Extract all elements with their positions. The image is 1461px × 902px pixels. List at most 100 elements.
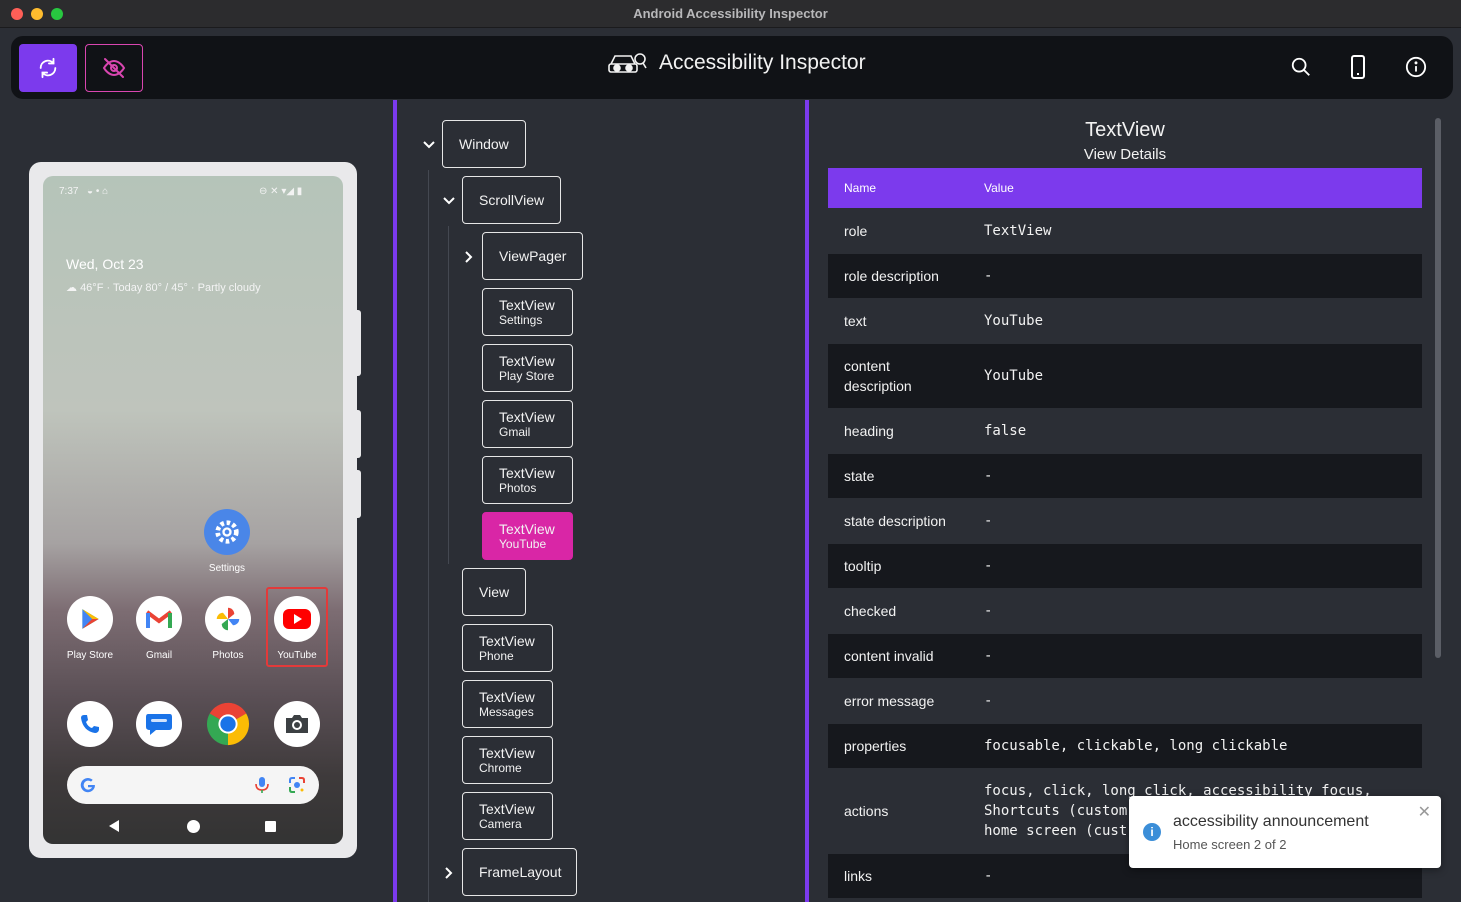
dock-messages[interactable] [128,701,190,747]
photos-icon [205,596,251,642]
tree-node-view[interactable]: View [462,568,526,616]
info-icon: i [1143,823,1161,841]
info-button[interactable] [1403,54,1429,80]
row-value: YouTube [984,368,1044,384]
row-name: role description [844,268,939,284]
back-icon[interactable] [108,820,120,832]
pane-divider[interactable] [805,100,809,902]
tree-node-textview[interactable]: TextView Messages [462,680,553,728]
search-icon [1291,57,1310,76]
row-name: error message [844,693,935,709]
app-settings[interactable]: Settings [196,509,258,574]
table-row: error message - [828,678,1422,724]
refresh-button[interactable] [19,44,77,92]
tree-node-textview[interactable]: TextView Camera [462,792,553,840]
toggle-visibility-button[interactable] [85,44,143,92]
tree-node-textview[interactable]: TextView Phone [462,624,553,672]
chevron-down-icon[interactable] [422,138,436,152]
row-name: heading [844,423,894,439]
tree-node-label: Messages [479,705,534,719]
announcement-toast: i accessibility announcement Home screen… [1129,796,1441,868]
dock-camera[interactable] [266,701,328,747]
app-photos[interactable]: Photos [197,596,259,661]
tree-node-label: Camera [479,817,522,831]
app-label: Gmail [145,650,173,661]
tree-node-textview[interactable]: TextView Settings [482,288,573,336]
app-gmail[interactable]: Gmail [128,596,190,661]
row-value: - [984,268,993,284]
row-value: - [984,468,993,484]
row-value: YouTube [984,313,1044,329]
device-side-button [357,470,361,518]
row-value: - [984,513,993,529]
google-search-bar[interactable] [67,766,319,804]
table-row: role TextView [828,208,1422,254]
tree-node-viewpager[interactable]: ViewPager [482,232,583,280]
tree-node-label: FrameLayout [479,864,562,880]
app-play-store[interactable]: Play Store [59,596,121,661]
row-value: false [984,423,1027,439]
pane-divider[interactable] [393,100,397,902]
dock-chrome[interactable] [197,701,259,747]
tree-node-textview[interactable]: TextView Photos [482,456,573,504]
tree-node-label: Phone [479,649,514,663]
details-scrollbar[interactable] [1435,118,1441,658]
row-name: properties [844,738,907,754]
android-nav-bar [43,816,343,836]
tree-node-label: View [479,584,510,600]
tree-node-label: Chrome [479,761,522,775]
tree-node-textview[interactable]: TextView Play Store [482,344,573,392]
home-weather: ☁ 46°F · Today 80° / 45° · Partly cloudy [66,281,261,294]
device-side-button [357,310,361,376]
row-value: - [984,648,993,664]
app-window: Android Accessibility Inspector Accessib… [0,0,1461,902]
chrome-icon [205,701,251,747]
tree-node-framelayout[interactable]: FrameLayout [462,848,577,896]
app-title-text: Accessibility Inspector [659,51,866,74]
microphone-icon[interactable] [255,776,269,794]
chevron-right-icon[interactable] [442,866,456,880]
tree-node-type: TextView [499,521,555,537]
recents-icon[interactable] [265,821,276,832]
close-icon[interactable]: ✕ [1418,802,1431,822]
home-icon[interactable] [187,820,200,833]
inspector-logo-icon [608,53,647,73]
tree-node-label: ScrollView [479,192,545,208]
details-table-header: Name Value [828,168,1422,208]
device-button[interactable] [1345,54,1371,80]
chevron-right-icon[interactable] [462,250,476,264]
tree-node-textview[interactable]: TextView Chrome [462,736,553,784]
table-row: content invalid - [828,634,1422,678]
app-label: Play Store [66,650,114,661]
toolbar: Accessibility Inspector [11,36,1453,99]
search-button[interactable] [1288,54,1314,80]
status-icons-right: ⊖ ✕ ▾◢ ▮ [259,186,303,197]
tree-node-type: TextView [499,353,555,369]
row-name: actions [844,803,889,819]
lens-icon[interactable] [287,775,307,795]
tree-node-type: TextView [499,297,555,313]
column-header-value: Value [984,181,1014,195]
row-value: - [984,868,993,884]
tree-node-label: Window [459,136,509,152]
row-name: state [844,468,875,484]
row-value: - [984,603,993,619]
chevron-down-icon[interactable] [442,194,456,208]
device-side-button [357,410,361,458]
tree-node-textview[interactable]: TextView Gmail [482,400,573,448]
tree-node-type: TextView [479,745,535,761]
tree-node-window[interactable]: Window [442,120,526,168]
tree-node-scrollview[interactable]: ScrollView [462,176,561,224]
device-screen[interactable]: 7:37 ◒ • ⌂ ⊖ ✕ ▾◢ ▮ Wed, Oct 23 ☁ 46°F ·… [43,176,343,844]
row-name: role [844,223,868,239]
table-row: tooltip - [828,544,1422,588]
toast-message: Home screen 2 of 2 [1173,837,1287,852]
tree-node-label: Play Store [499,369,555,383]
settings-icon [204,509,250,555]
dock-phone[interactable] [59,701,121,747]
column-header-name: Name [844,181,877,195]
app-label: Photos [212,650,244,661]
tree-node-textview-selected[interactable]: TextView YouTube [482,512,573,560]
home-date: Wed, Oct 23 [66,256,144,272]
tree-node-type: TextView [499,465,555,481]
